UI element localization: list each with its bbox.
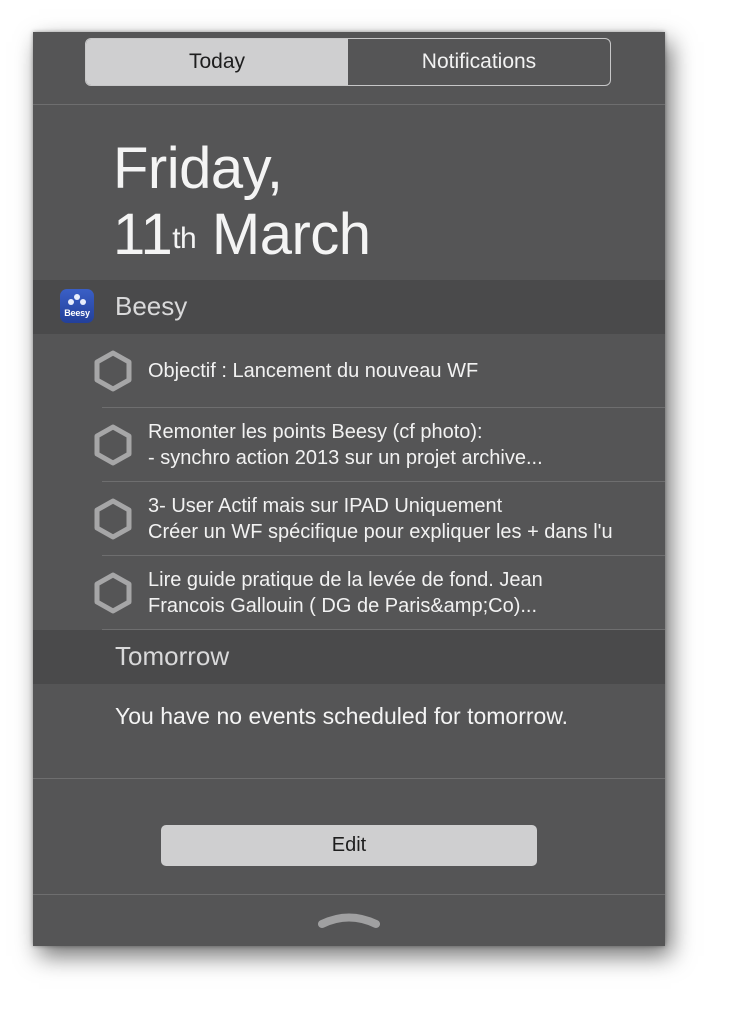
hexagon-outline-icon[interactable] — [91, 571, 135, 615]
task-line-1: Lire guide pratique de la levée de fond.… — [148, 569, 543, 591]
date-weekday: Friday, — [113, 136, 283, 201]
hexagon-outline-icon[interactable] — [91, 349, 135, 393]
date-day: 11 — [113, 202, 173, 267]
chevron-up-handle-icon[interactable] — [317, 908, 381, 930]
task-item[interactable]: Objectif : Lancement du nouveau WF — [33, 334, 665, 408]
tab-notifications[interactable]: Notifications — [348, 39, 610, 85]
tab-today[interactable]: Today — [86, 39, 348, 85]
notification-center-panel: Today Notifications Friday, 11th March B… — [33, 32, 665, 946]
no-events-message: You have no events scheduled for tomorro… — [115, 703, 569, 729]
segmented-control: Today Notifications — [85, 38, 611, 86]
date-heading: Friday, 11th March — [113, 136, 371, 268]
date-day-month: 11th March — [113, 202, 371, 268]
date-day-suffix: th — [172, 222, 197, 255]
tomorrow-widget-header[interactable]: Tomorrow — [33, 630, 665, 684]
task-text: Lire guide pratique de la levée de fond.… — [148, 567, 639, 619]
date-month: March — [211, 202, 371, 267]
divider — [33, 778, 665, 779]
hexagon-outline-icon[interactable] — [91, 497, 135, 541]
task-text: Remonter les points Beesy (cf photo): - … — [148, 419, 639, 471]
task-text: Objectif : Lancement du nouveau WF — [148, 358, 639, 384]
task-text: 3- User Actif mais sur IPAD Uniquement C… — [148, 493, 639, 545]
task-line-1: Remonter les points Beesy (cf photo): — [148, 421, 483, 443]
beesy-app-icon: Beesy — [60, 289, 94, 323]
task-line-2: - synchro action 2013 sur un projet arch… — [148, 447, 543, 469]
widget-title-tomorrow: Tomorrow — [115, 641, 230, 671]
divider — [33, 894, 665, 895]
task-line-1: 3- User Actif mais sur IPAD Uniquement — [148, 495, 503, 517]
widget-title-beesy: Beesy — [115, 291, 188, 321]
beesy-widget-header[interactable]: Beesy Beesy — [33, 280, 665, 334]
task-line-1: Objectif : Lancement du nouveau WF — [148, 360, 479, 382]
task-line-2: Créer un WF spécifique pour expliquer le… — [148, 521, 613, 543]
hexagon-outline-icon[interactable] — [91, 423, 135, 467]
edit-button[interactable]: Edit — [161, 825, 537, 866]
divider — [33, 104, 665, 105]
task-line-2: Francois Gallouin ( DG de Paris&amp;Co).… — [148, 595, 538, 617]
beesy-icon-wordmark: Beesy — [64, 308, 90, 318]
task-item[interactable]: Lire guide pratique de la levée de fond.… — [33, 556, 665, 630]
task-item[interactable]: 3- User Actif mais sur IPAD Uniquement C… — [33, 482, 665, 556]
task-item[interactable]: Remonter les points Beesy (cf photo): - … — [33, 408, 665, 482]
